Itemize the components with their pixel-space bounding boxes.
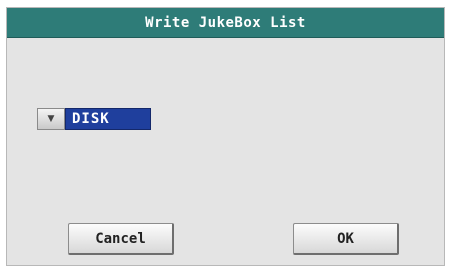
destination-selected-value[interactable]: DISK	[65, 108, 151, 130]
destination-dropdown[interactable]: ▼ DISK	[37, 108, 151, 130]
ok-button[interactable]: OK	[293, 223, 399, 255]
dialog-title: Write JukeBox List	[145, 14, 306, 31]
write-jukebox-list-dialog: Write JukeBox List ▼ DISK Cancel OK	[6, 7, 445, 266]
cancel-button[interactable]: Cancel	[68, 223, 174, 255]
chevron-down-icon[interactable]: ▼	[37, 108, 65, 130]
dialog-titlebar: Write JukeBox List	[7, 8, 444, 38]
